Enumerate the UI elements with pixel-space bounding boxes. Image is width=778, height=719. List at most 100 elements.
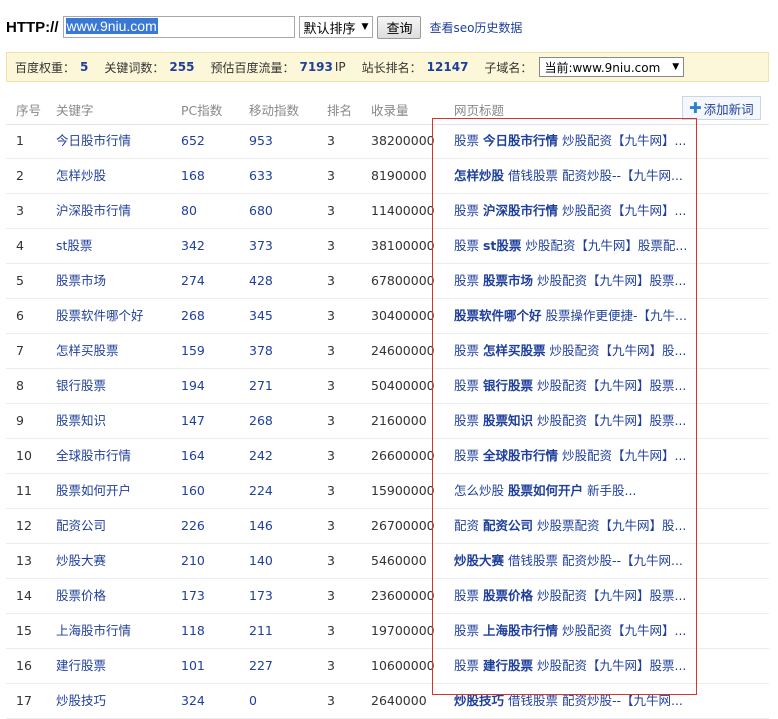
row-page-title-link[interactable]: 股票 st股票 炒股配资【九牛网】股票配... <box>454 229 697 263</box>
row-mobile-index[interactable]: 680 <box>249 194 319 228</box>
keyword-table-body: 1 今日股市行情 652 953 3 38200000 股票 今日股市行情 炒股配资【九牛网… <box>6 124 769 719</box>
title-suffix: 炒股配资【九牛网】股票... <box>533 588 687 603</box>
row-rank: 3 <box>327 168 335 183</box>
title-suffix: 炒股配资【九牛网】... <box>558 448 687 463</box>
row-mobile-index[interactable]: 633 <box>249 159 319 193</box>
row-keyword-link[interactable]: 股票价格 <box>56 579 176 613</box>
row-keyword-link[interactable]: 上海股市行情 <box>56 614 176 648</box>
row-mobile-index[interactable]: 345 <box>249 299 319 333</box>
row-page-title-link[interactable]: 股票 股票知识 炒股配资【九牛网】股票... <box>454 404 697 438</box>
row-keyword-link[interactable]: 股票软件哪个好 <box>56 299 176 333</box>
title-suffix: 炒股票配资【九牛网】股... <box>533 518 687 533</box>
title-prefix: 股票 <box>454 588 483 603</box>
row-pc-index[interactable]: 194 <box>181 369 241 403</box>
row-mobile-index[interactable]: 271 <box>249 369 319 403</box>
row-pc-index[interactable]: 118 <box>181 614 241 648</box>
url-input[interactable]: www.9niu.com <box>62 16 295 38</box>
row-rank: 3 <box>327 413 335 428</box>
row-pc-index[interactable]: 210 <box>181 544 241 578</box>
table-row: 3 沪深股市行情 80 680 3 11400000 股票 沪深股市行情 炒股配资【九牛网】… <box>6 194 769 229</box>
row-page-title-link[interactable]: 股票 沪深股市行情 炒股配资【九牛网】... <box>454 194 697 228</box>
title-suffix: 炒股配资【九牛网】股票... <box>533 658 687 673</box>
row-keyword-link[interactable]: 建行股票 <box>56 649 176 683</box>
row-page-title-link[interactable]: 股票 上海股市行情 炒股配资【九牛网】... <box>454 614 697 648</box>
row-keyword-link[interactable]: 股票市场 <box>56 264 176 298</box>
row-pc-index[interactable]: 147 <box>181 404 241 438</box>
traffic-label: 预估百度流量： <box>210 60 295 75</box>
row-keyword-link[interactable]: 怎样买股票 <box>56 334 176 368</box>
row-mobile-index[interactable]: 0 <box>249 684 319 718</box>
row-pc-index[interactable]: 101 <box>181 649 241 683</box>
subdomain-select[interactable]: 当前:www.9niu.com ▼ <box>539 57 685 77</box>
row-pc-index[interactable]: 159 <box>181 334 241 368</box>
row-page-title-link[interactable]: 股票 股票价格 炒股配资【九牛网】股票... <box>454 579 697 613</box>
row-num: 10 <box>16 448 32 463</box>
row-keyword-link[interactable]: 全球股市行情 <box>56 439 176 473</box>
row-page-title-link[interactable]: 股票 建行股票 炒股配资【九牛网】股票... <box>454 649 697 683</box>
row-page-title-link[interactable]: 怎么炒股 股票如何开户 新手股... <box>454 474 697 508</box>
row-keyword-link[interactable]: 炒股大赛 <box>56 544 176 578</box>
row-pc-index[interactable]: 342 <box>181 229 241 263</box>
query-button[interactable]: 查询 <box>377 15 422 39</box>
row-pc-index[interactable]: 652 <box>181 124 241 158</box>
row-rank: 3 <box>327 343 335 358</box>
sort-select[interactable]: 默认排序 ▼ <box>298 16 374 38</box>
row-keyword-link[interactable]: 股票知识 <box>56 404 176 438</box>
row-keyword-link[interactable]: 配资公司 <box>56 509 176 543</box>
row-mobile-index[interactable]: 428 <box>249 264 319 298</box>
row-mobile-index[interactable]: 953 <box>249 124 319 158</box>
add-keyword-button[interactable]: ✚ 添加新词 <box>682 96 761 120</box>
row-pc-index[interactable]: 80 <box>181 194 241 228</box>
row-keyword-link[interactable]: 今日股市行情 <box>56 124 176 158</box>
row-pc-index[interactable]: 274 <box>181 264 241 298</box>
row-page-title-link[interactable]: 配资 配资公司 炒股票配资【九牛网】股... <box>454 509 697 543</box>
row-mobile-index[interactable]: 227 <box>249 649 319 683</box>
row-mobile-index[interactable]: 173 <box>249 579 319 613</box>
header-pc-index: PC指数 <box>181 102 223 118</box>
row-keyword-link[interactable]: 银行股票 <box>56 369 176 403</box>
http-label: HTTP:// <box>6 18 59 36</box>
row-pc-index[interactable]: 168 <box>181 159 241 193</box>
row-rank: 3 <box>327 483 335 498</box>
row-page-title-link[interactable]: 炒股大赛 借钱股票 配资炒股--【九牛网... <box>454 544 697 578</box>
row-pc-index[interactable]: 268 <box>181 299 241 333</box>
row-rank: 3 <box>327 133 335 148</box>
row-page-title-link[interactable]: 股票 全球股市行情 炒股配资【九牛网】... <box>454 439 697 473</box>
seo-history-link[interactable]: 查看seo历史数据 <box>429 19 522 36</box>
row-pc-index[interactable]: 226 <box>181 509 241 543</box>
row-keyword-link[interactable]: 股票如何开户 <box>56 474 176 508</box>
row-mobile-index[interactable]: 268 <box>249 404 319 438</box>
row-mobile-index[interactable]: 373 <box>249 229 319 263</box>
row-indexed: 15900000 <box>371 483 435 498</box>
row-page-title-link[interactable]: 股票 怎样买股票 炒股配资【九牛网】股... <box>454 334 697 368</box>
row-page-title-link[interactable]: 炒股技巧 借钱股票 配资炒股--【九牛网... <box>454 684 697 718</box>
site-stats-bar: 百度权重： 5 关键词数： 255 预估百度流量： 7193 IP 站长排名： … <box>6 52 769 82</box>
row-keyword-link[interactable]: 炒股技巧 <box>56 684 176 718</box>
row-indexed: 8190000 <box>371 168 427 183</box>
row-page-title-link[interactable]: 股票软件哪个好 股票操作更便捷-【九牛... <box>454 299 697 333</box>
query-toolbar: HTTP:// www.9niu.com 默认排序 ▼ 查询 查看seo历史数据 <box>6 14 522 40</box>
row-pc-index[interactable]: 160 <box>181 474 241 508</box>
row-indexed: 11400000 <box>371 203 435 218</box>
row-page-title-link[interactable]: 股票 股票市场 炒股配资【九牛网】股票... <box>454 264 697 298</box>
row-num: 3 <box>16 203 24 218</box>
row-mobile-index[interactable]: 146 <box>249 509 319 543</box>
row-keyword-link[interactable]: st股票 <box>56 229 176 263</box>
row-page-title-link[interactable]: 股票 银行股票 炒股配资【九牛网】股票... <box>454 369 697 403</box>
row-mobile-index[interactable]: 378 <box>249 334 319 368</box>
row-page-title-link[interactable]: 股票 今日股市行情 炒股配资【九牛网】... <box>454 124 697 158</box>
add-keyword-label: 添加新词 <box>703 101 754 117</box>
rank-label: 站长排名： <box>361 60 422 75</box>
row-keyword-link[interactable]: 沪深股市行情 <box>56 194 176 228</box>
title-keyword: 炒股技巧 <box>454 693 505 708</box>
row-num: 14 <box>16 588 32 603</box>
row-mobile-index[interactable]: 140 <box>249 544 319 578</box>
row-mobile-index[interactable]: 224 <box>249 474 319 508</box>
row-page-title-link[interactable]: 怎样炒股 借钱股票 配资炒股--【九牛网... <box>454 159 697 193</box>
row-mobile-index[interactable]: 211 <box>249 614 319 648</box>
row-pc-index[interactable]: 324 <box>181 684 241 718</box>
row-mobile-index[interactable]: 242 <box>249 439 319 473</box>
row-keyword-link[interactable]: 怎样炒股 <box>56 159 176 193</box>
row-pc-index[interactable]: 173 <box>181 579 241 613</box>
row-pc-index[interactable]: 164 <box>181 439 241 473</box>
